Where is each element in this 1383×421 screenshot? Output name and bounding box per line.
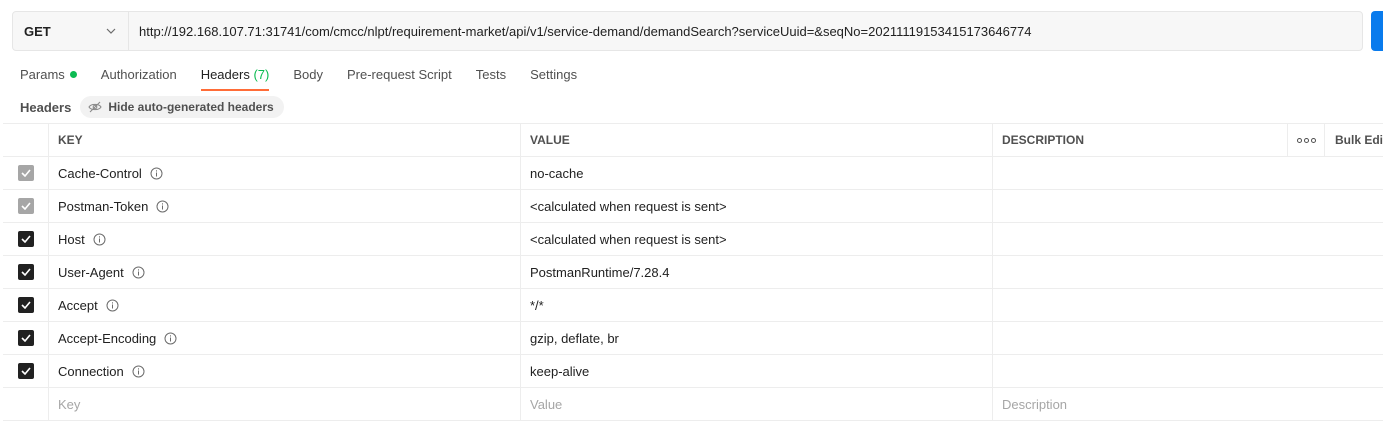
- new-key-input[interactable]: Key: [49, 388, 521, 420]
- info-icon[interactable]: [93, 233, 106, 246]
- chevron-down-icon: [104, 24, 118, 38]
- header-key: Host: [58, 231, 85, 247]
- column-header-description: DESCRIPTION: [1002, 133, 1085, 147]
- bulk-edit-button[interactable]: Bulk Edit: [1325, 124, 1383, 156]
- header-key: Accept: [58, 297, 98, 313]
- row-checkbox[interactable]: [17, 165, 34, 181]
- table-row: User-Agent PostmanRuntime/7.28.4: [3, 256, 1383, 289]
- url-input[interactable]: [129, 12, 1362, 50]
- more-options-button[interactable]: [1287, 124, 1325, 156]
- new-value-input[interactable]: Value: [521, 388, 993, 420]
- tab-label: Params: [20, 67, 65, 82]
- header-description[interactable]: [993, 355, 1383, 387]
- request-tabs: Params Authorization Headers (7) Body Pr…: [20, 60, 601, 92]
- header-value: PostmanRuntime/7.28.4: [521, 256, 993, 288]
- row-checkbox[interactable]: [17, 198, 34, 214]
- header-key: Cache-Control: [58, 165, 142, 181]
- table-row: Host <calculated when request is sent>: [3, 223, 1383, 256]
- row-checkbox[interactable]: [17, 363, 34, 379]
- info-icon[interactable]: [106, 299, 119, 312]
- tab-headers[interactable]: Headers (7): [200, 60, 270, 91]
- tab-label: Body: [293, 67, 323, 82]
- header-description[interactable]: [993, 157, 1383, 189]
- new-description-input[interactable]: Description: [993, 388, 1383, 420]
- table-row: Postman-Token <calculated when request i…: [3, 190, 1383, 223]
- headers-table: KEY VALUE DESCRIPTION Bulk Edit Cache-Co…: [3, 123, 1383, 421]
- tab-settings[interactable]: Settings: [530, 60, 577, 90]
- tab-label: Settings: [530, 67, 578, 82]
- header-value: <calculated when request is sent>: [521, 190, 993, 222]
- headers-subheader: Headers Hide auto-generated headers: [20, 96, 284, 118]
- eye-off-icon: [88, 101, 102, 113]
- header-value: no-cache: [521, 157, 993, 189]
- header-value: keep-alive: [521, 355, 993, 387]
- table-row: Accept-Encoding gzip, deflate, br: [3, 322, 1383, 355]
- table-header-row: KEY VALUE DESCRIPTION Bulk Edit: [3, 123, 1383, 157]
- info-icon[interactable]: [164, 332, 177, 345]
- table-row: Cache-Control no-cache: [3, 157, 1383, 190]
- column-header-key: KEY: [49, 124, 521, 156]
- header-value: gzip, deflate, br: [521, 322, 993, 354]
- send-button[interactable]: [1371, 11, 1383, 51]
- tab-authorization[interactable]: Authorization: [101, 60, 177, 90]
- header-key: User-Agent: [58, 264, 124, 280]
- header-description[interactable]: [993, 256, 1383, 288]
- tab-label: Tests: [475, 67, 507, 82]
- tab-tests[interactable]: Tests: [476, 60, 506, 90]
- info-icon[interactable]: [132, 365, 145, 378]
- info-icon[interactable]: [132, 266, 145, 279]
- header-description[interactable]: [993, 322, 1383, 354]
- params-active-dot: [69, 71, 77, 78]
- tab-label: Pre-request Script: [346, 67, 452, 82]
- new-header-row: Key Value Description: [3, 388, 1383, 421]
- header-value: */*: [521, 289, 993, 321]
- tab-body[interactable]: Body: [293, 60, 323, 90]
- tab-label: Headers: [200, 67, 250, 82]
- table-row: Connection keep-alive: [3, 355, 1383, 388]
- header-value: <calculated when request is sent>: [521, 223, 993, 255]
- headers-title: Headers: [20, 99, 72, 115]
- method-label: GET: [24, 23, 51, 39]
- more-horizontal-icon: [1296, 137, 1316, 143]
- table-row: Accept */*: [3, 289, 1383, 322]
- info-icon[interactable]: [156, 200, 169, 213]
- row-checkbox[interactable]: [17, 231, 34, 247]
- method-select[interactable]: GET: [13, 12, 129, 50]
- header-description[interactable]: [993, 223, 1383, 255]
- request-url-bar: GET: [12, 11, 1363, 51]
- column-header-value: VALUE: [521, 124, 993, 156]
- header-description[interactable]: [993, 190, 1383, 222]
- row-checkbox[interactable]: [17, 297, 34, 313]
- header-description[interactable]: [993, 289, 1383, 321]
- tab-label: Authorization: [100, 67, 177, 82]
- header-key: Postman-Token: [58, 198, 149, 214]
- tab-params[interactable]: Params: [20, 60, 77, 90]
- row-checkbox[interactable]: [17, 264, 34, 280]
- info-icon[interactable]: [150, 167, 163, 180]
- tab-pre-request-script[interactable]: Pre-request Script: [347, 60, 452, 90]
- headers-count: (7): [253, 67, 270, 82]
- header-checkbox-cell: [3, 124, 49, 156]
- header-key: Accept-Encoding: [58, 330, 157, 346]
- header-key: Connection: [58, 363, 124, 379]
- hide-auto-headers-label: Hide auto-generated headers: [108, 100, 274, 114]
- hide-auto-headers-button[interactable]: Hide auto-generated headers: [80, 96, 284, 118]
- row-checkbox[interactable]: [17, 330, 34, 346]
